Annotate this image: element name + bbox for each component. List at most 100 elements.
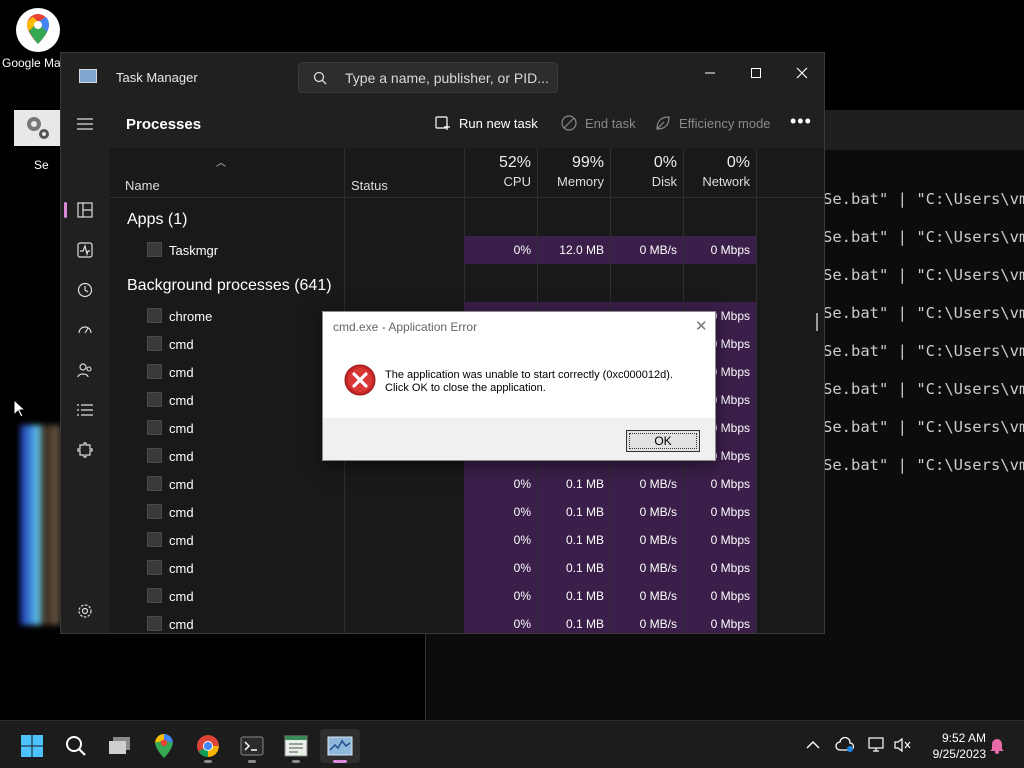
cpu-label: CPU [503, 174, 531, 189]
nav-details[interactable] [69, 394, 101, 426]
desktop-icon-se[interactable]: Se [12, 110, 62, 172]
column-header-disk[interactable]: 0% Disk [607, 154, 677, 189]
app-history-icon [77, 282, 93, 298]
system-clock[interactable]: 9:52 AM 9/25/2023 [920, 730, 986, 762]
notifications-button[interactable] [986, 735, 1008, 755]
nav-users[interactable] [69, 354, 101, 386]
taskbar-terminal[interactable] [232, 729, 272, 763]
process-name: chrome [169, 309, 213, 324]
more-icon: ••• [790, 111, 812, 131]
run-new-task-button[interactable]: Run new task [435, 115, 538, 131]
efficiency-mode-button[interactable]: Efficiency mode [655, 115, 771, 131]
table-row[interactable]: cmd 0%0.1 MB0 MB/s0 Mbps [110, 470, 824, 498]
terminal-output: Se.bat" | "C:\Users\vm6 Se.bat" | "C:\Us… [823, 180, 1024, 484]
network-cell: 0 Mbps [684, 470, 756, 498]
nav-app-history[interactable] [69, 274, 101, 306]
sort-ascending-icon: ︿ [216, 158, 226, 169]
ok-button[interactable]: OK [626, 430, 700, 452]
memory-label: Memory [557, 174, 604, 189]
cpu-total: 52% [498, 154, 531, 171]
process-icon [147, 448, 162, 463]
taskbar-task-manager[interactable] [320, 729, 360, 763]
process-icon [147, 588, 162, 603]
group-header-apps[interactable]: Apps (1) [127, 211, 187, 229]
column-header-status[interactable]: Status [351, 178, 388, 193]
active-nav-indicator [64, 202, 67, 218]
volume-tray[interactable] [892, 735, 914, 755]
end-task-icon [561, 115, 577, 131]
search-input[interactable] [345, 69, 550, 87]
column-header-cpu[interactable]: 52% CPU [461, 154, 531, 189]
process-name: cmd [169, 533, 194, 548]
titlebar[interactable]: Task Manager [61, 53, 824, 101]
process-icon [147, 560, 162, 575]
process-name: cmd [169, 365, 194, 380]
task-view-icon [109, 737, 130, 754]
more-options-button[interactable]: ••• [790, 111, 812, 132]
task-view-button[interactable] [100, 729, 140, 763]
task-manager-icon [327, 736, 353, 756]
application-error-dialog[interactable]: cmd.exe - Application Error ✕ The applic… [322, 311, 716, 461]
disk-cell: 0 MB/s [611, 236, 683, 264]
nav-startup-apps[interactable] [69, 314, 101, 346]
process-name: cmd [169, 449, 194, 464]
chrome-icon [197, 735, 219, 757]
cpu-cell: 0% [464, 526, 537, 554]
process-name: cmd [169, 617, 194, 632]
table-row[interactable]: Taskmgr 0% 12.0 MB 0 MB/s 0 Mbps [110, 236, 824, 264]
active-indicator [333, 760, 347, 763]
close-button[interactable] [779, 59, 824, 89]
running-indicator [292, 760, 300, 763]
performance-icon [77, 242, 93, 258]
process-icon [147, 242, 162, 257]
process-icon [147, 392, 162, 407]
cpu-cell: 0% [464, 236, 537, 264]
network-tray[interactable] [866, 735, 888, 755]
nav-performance[interactable] [69, 234, 101, 266]
process-name: cmd [169, 421, 194, 436]
table-row[interactable]: cmd 0%0.1 MB0 MB/s0 Mbps [110, 554, 824, 582]
process-name: cmd [169, 337, 194, 352]
process-icon [147, 336, 162, 351]
search-box[interactable] [298, 62, 558, 93]
dialog-close-button[interactable]: ✕ [695, 317, 708, 335]
scrollbar-thumb[interactable] [816, 313, 818, 331]
minimize-button[interactable] [687, 59, 733, 89]
maximize-button[interactable] [733, 59, 779, 89]
startup-apps-icon [78, 326, 92, 334]
network-cell: 0 Mbps [684, 610, 756, 633]
services-icon [77, 442, 93, 458]
table-row[interactable]: cmd 0%0.1 MB0 MB/s0 Mbps [110, 582, 824, 610]
process-name: cmd [169, 561, 194, 576]
nav-settings[interactable] [69, 595, 101, 627]
start-button[interactable] [12, 729, 52, 763]
terminal-line: Se.bat" | "C:\Users\vm6 [823, 418, 1024, 436]
hamburger-icon [77, 118, 93, 130]
end-task-label: End task [585, 115, 636, 131]
table-row[interactable]: cmd 0%0.1 MB0 MB/s0 Mbps [110, 498, 824, 526]
taskbar-search-button[interactable] [56, 729, 96, 763]
end-task-button[interactable]: End task [561, 115, 636, 131]
taskbar-notepad[interactable] [276, 729, 316, 763]
search-icon [313, 71, 327, 85]
column-header-name[interactable]: Name [125, 178, 160, 193]
taskbar-google-maps[interactable] [144, 729, 184, 763]
cpu-cell: 0% [464, 582, 537, 610]
nav-processes[interactable] [69, 194, 101, 226]
taskbar-chrome[interactable] [188, 729, 228, 763]
hamburger-menu-button[interactable] [69, 108, 101, 140]
process-icon [147, 308, 162, 323]
memory-cell: 12.0 MB [538, 236, 610, 264]
run-new-task-label: Run new task [459, 115, 538, 131]
column-header-memory[interactable]: 99% Memory [534, 154, 604, 189]
nav-services[interactable] [69, 434, 101, 466]
group-header-background[interactable]: Background processes (641) [127, 277, 332, 295]
cpu-cell: 0% [464, 554, 537, 582]
table-row[interactable]: cmd 0%0.1 MB0 MB/s0 Mbps [110, 610, 824, 633]
onedrive-tray[interactable] [834, 735, 856, 755]
column-header-network[interactable]: 0% Network [680, 154, 750, 189]
table-row[interactable]: cmd 0%0.1 MB0 MB/s0 Mbps [110, 526, 824, 554]
disk-cell: 0 MB/s [611, 582, 683, 610]
dialog-message-line: Click OK to close the application. [385, 382, 546, 394]
show-hidden-icons-button[interactable] [802, 735, 824, 755]
